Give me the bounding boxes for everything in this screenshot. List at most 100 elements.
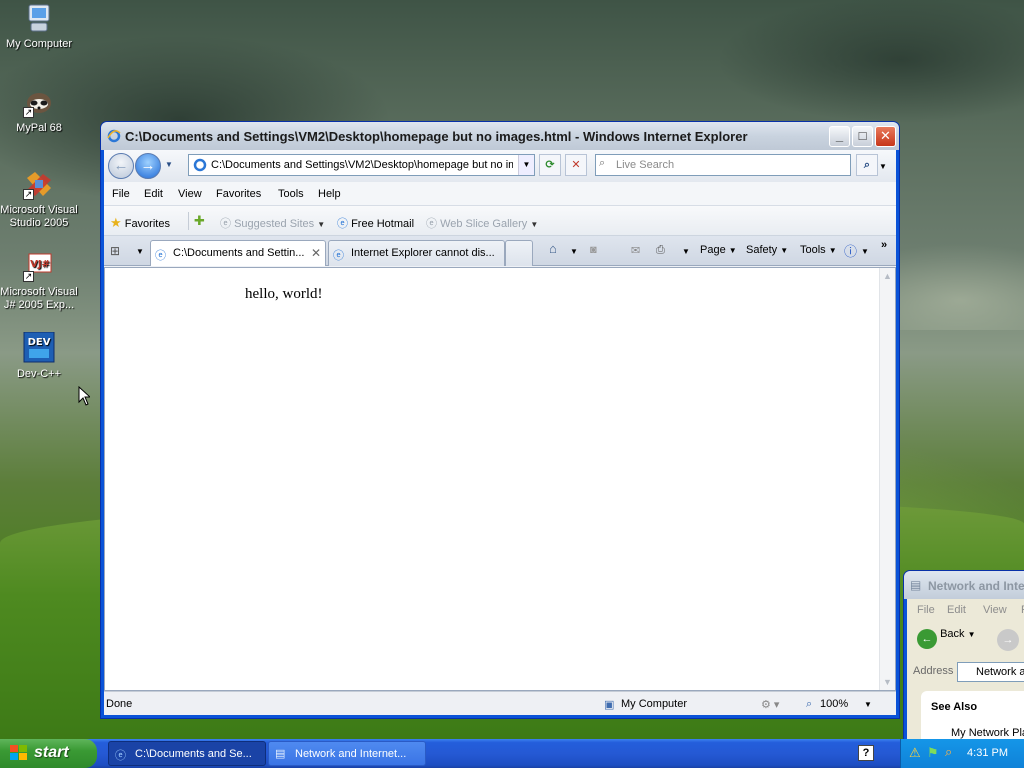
- close-button[interactable]: ✕: [875, 126, 896, 147]
- forward-button[interactable]: →: [135, 153, 161, 179]
- tab-label: Internet Explorer cannot dis...: [351, 247, 495, 259]
- page-text: hello, world!: [245, 286, 323, 302]
- network-status-icon[interactable]: ⚑: [927, 745, 939, 761]
- suggested-sites-label: Suggested Sites: [234, 218, 315, 230]
- menu-favorites[interactable]: Favorites: [216, 188, 261, 200]
- menu-edit[interactable]: Edit: [144, 188, 163, 200]
- my-network-places-link[interactable]: My Network Places: [951, 727, 1024, 739]
- zoom-level[interactable]: 100%: [820, 698, 848, 710]
- search-input[interactable]: ⌕ Live Search: [595, 154, 851, 176]
- quick-tabs-icon[interactable]: ⊞: [110, 244, 120, 258]
- menu-edit[interactable]: Edit: [947, 604, 966, 616]
- scroll-down-arrow-icon[interactable]: ▼: [880, 674, 895, 690]
- menu-file[interactable]: File: [917, 604, 935, 616]
- desktop-icon-visual-jsharp[interactable]: VJ# ↗ Microsoft Visual J# 2005 Exp...: [0, 250, 79, 312]
- search-placeholder: Live Search: [616, 159, 675, 171]
- address-bar[interactable]: C:\Documents and Settings\VM2\Desktop\ho…: [188, 154, 535, 176]
- address-dropdown-button[interactable]: ▼: [518, 155, 534, 175]
- see-also-heading: See Also: [931, 701, 978, 713]
- shortcut-arrow-icon: ↗: [23, 189, 34, 200]
- taskbar-item-network[interactable]: ▤ Network and Internet...: [268, 741, 426, 766]
- favorites-button[interactable]: ★ Favorites: [110, 215, 170, 231]
- start-button[interactable]: start: [0, 739, 97, 768]
- tab-list-dropdown[interactable]: ▼: [136, 247, 144, 256]
- print-dropdown[interactable]: ▼: [682, 247, 690, 256]
- home-icon[interactable]: ⌂: [549, 241, 557, 256]
- desktop-icon-label: Dev-C++: [16, 368, 62, 380]
- devcpp-icon: DEV: [23, 331, 55, 364]
- search-button[interactable]: ⌕: [856, 154, 878, 176]
- close-tab-icon[interactable]: ✕: [311, 246, 321, 260]
- network-address-bar[interactable]: Network and Internet Connections: [957, 662, 1024, 682]
- network-window-titlebar[interactable]: ▤ Network and Internet Connections: [904, 571, 1024, 599]
- search-options-dropdown[interactable]: ▼: [879, 162, 887, 171]
- taskbar-item-label: Network and Internet...: [295, 748, 407, 760]
- desktop-icon-mypal[interactable]: ↗ MyPal 68: [0, 86, 79, 135]
- free-hotmail-link[interactable]: ⓔ Free Hotmail: [337, 215, 414, 231]
- mouse-cursor-icon: [78, 385, 92, 409]
- tab-homepage[interactable]: ⓔ C:\Documents and Settin... ✕: [150, 240, 326, 266]
- menu-help[interactable]: Help: [318, 188, 341, 200]
- web-slice-gallery-link[interactable]: ⓔ Web Slice Gallery ▼: [426, 215, 538, 231]
- print-icon[interactable]: ⎙: [656, 244, 665, 257]
- page-content: hello, world! ▲ ▼: [104, 267, 896, 691]
- tools-label: Tools: [800, 244, 826, 256]
- scroll-up-arrow-icon[interactable]: ▲: [880, 268, 895, 284]
- help-dropdown[interactable]: ▼: [861, 247, 869, 256]
- see-also-pane: See Also My Network Places: [921, 691, 1024, 739]
- network-back-button[interactable]: ← Back ▼: [917, 628, 976, 649]
- suggested-sites-link[interactable]: ⓔ Suggested Sites ▼: [220, 215, 325, 231]
- feeds-icon[interactable]: ◙: [590, 244, 597, 256]
- safety-menu-button[interactable]: Safety ▼: [746, 244, 788, 256]
- page-menu-button[interactable]: Page ▼: [700, 244, 737, 256]
- desktop-icon-visual-studio[interactable]: ↗ Microsoft Visual Studio 2005: [0, 168, 79, 230]
- back-button[interactable]: ←: [108, 153, 134, 179]
- stop-button[interactable]: ✕: [565, 154, 587, 176]
- tab-row: ⊞ ▼ ⓔ C:\Documents and Settin... ✕ ⓔ Int…: [104, 236, 896, 266]
- tab-ie-cannot-display[interactable]: ⓔ Internet Explorer cannot dis...: [328, 240, 505, 266]
- menu-view[interactable]: View: [178, 188, 202, 200]
- address-toolbar: ← → ▼ C:\Documents and Settings\VM2\Desk…: [104, 150, 896, 182]
- ie-page-icon: ⓔ: [337, 218, 348, 230]
- maximize-button[interactable]: □: [852, 126, 873, 147]
- menu-bar: File Edit View Favorites Tools Help: [104, 182, 896, 206]
- zoom-icon: ⌕: [806, 698, 813, 710]
- recent-pages-dropdown[interactable]: ▼: [165, 160, 173, 169]
- security-warning-icon[interactable]: ⚠: [909, 745, 921, 761]
- status-text: Done: [106, 698, 133, 710]
- help-glyph-icon[interactable]: ?: [858, 745, 874, 761]
- new-tab-button[interactable]: [505, 240, 533, 266]
- home-dropdown[interactable]: ▼: [570, 247, 578, 256]
- refresh-button[interactable]: ⟳: [539, 154, 561, 176]
- tools-menu-button[interactable]: Tools ▼: [800, 244, 837, 256]
- add-to-favorites-icon[interactable]: ✚: [194, 213, 205, 229]
- read-mail-icon[interactable]: ✉: [631, 244, 640, 257]
- tab-label: C:\Documents and Settin...: [173, 247, 305, 259]
- menu-view[interactable]: View: [983, 604, 1007, 616]
- help-icon[interactable]: ⓘ: [844, 241, 857, 260]
- vertical-scrollbar[interactable]: ▲ ▼: [879, 268, 895, 690]
- menu-file[interactable]: File: [112, 188, 130, 200]
- address-text[interactable]: C:\Documents and Settings\VM2\Desktop\ho…: [211, 159, 513, 171]
- computer-zone-icon: ▣: [604, 699, 615, 711]
- ie-window: C:\Documents and Settings\VM2\Desktop\ho…: [100, 121, 900, 719]
- clock[interactable]: 4:31 PM: [967, 747, 1008, 759]
- chevron-down-icon: ▼: [780, 246, 789, 255]
- protected-mode-icon[interactable]: ⚙ ▾: [761, 698, 779, 711]
- divider: [188, 212, 189, 230]
- minimize-button[interactable]: _: [829, 126, 850, 147]
- page-label: Page: [700, 244, 726, 256]
- status-bar: Done ▣ My Computer ⚙ ▾ ⌕ 100% ▼: [104, 691, 896, 715]
- search-tray-icon[interactable]: ⌕: [945, 744, 952, 760]
- toolbar-overflow-chevron-icon[interactable]: »: [881, 239, 887, 251]
- favorites-bar: ★ Favorites ✚ ⓔ Suggested Sites ▼ ⓔ Free…: [104, 206, 896, 236]
- ie-titlebar[interactable]: C:\Documents and Settings\VM2\Desktop\ho…: [101, 122, 899, 150]
- forward-arrow-icon[interactable]: →: [997, 629, 1019, 651]
- desktop-icon-my-computer[interactable]: My Computer: [0, 2, 79, 51]
- shortcut-arrow-icon: ↗: [23, 107, 34, 118]
- desktop-icon-devcpp[interactable]: DEV Dev-C++: [0, 331, 79, 381]
- menu-tools[interactable]: Tools: [278, 188, 304, 200]
- web-slice-gallery-label: Web Slice Gallery: [440, 218, 528, 230]
- taskbar-item-ie[interactable]: ⓔ C:\Documents and Se...: [108, 741, 266, 766]
- zoom-dropdown[interactable]: ▼: [864, 700, 872, 709]
